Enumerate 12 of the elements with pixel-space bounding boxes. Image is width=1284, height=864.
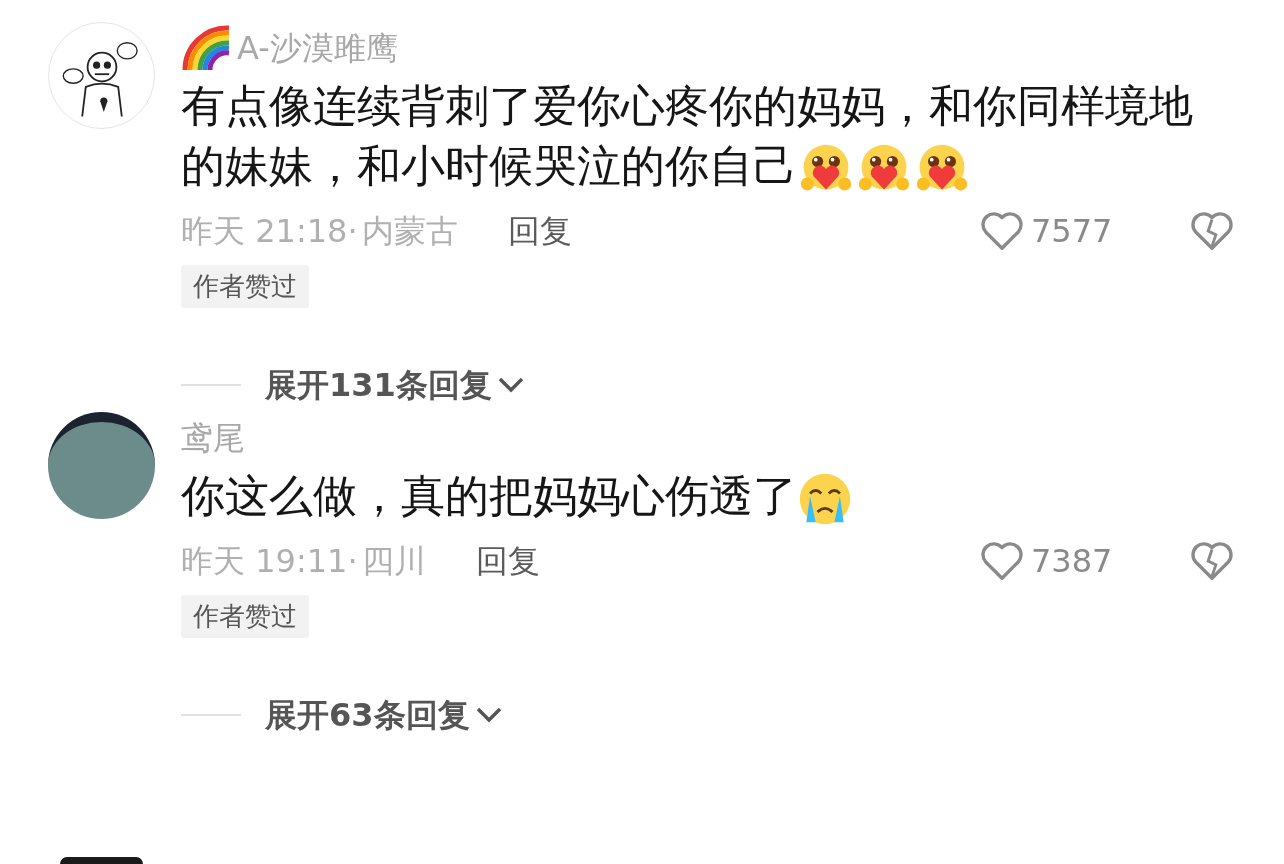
- author-liked-tag: 作者赞过: [181, 595, 309, 638]
- comment-text: 有点像连续背刺了爱你心疼你的妈妈，和你同样境地的妹妹，和小时候哭泣的你自己: [181, 80, 1193, 191]
- comment-time: 昨天 19:11·: [181, 541, 358, 582]
- comment-location: 四川: [361, 541, 426, 582]
- expand-replies-button[interactable]: 展开63条回复: [265, 691, 504, 739]
- reply-button[interactable]: 回复: [475, 537, 540, 585]
- author-liked-tag: 作者赞过: [181, 265, 309, 308]
- comment-time: 昨天 21:18·: [181, 211, 358, 252]
- reply-button[interactable]: 回复: [507, 207, 572, 255]
- comment-location: 内蒙古: [361, 211, 458, 252]
- expand-replies-button[interactable]: 展开131条回复: [265, 361, 526, 409]
- comment-text: 你这么做，真的把妈妈心伤透了: [181, 470, 797, 521]
